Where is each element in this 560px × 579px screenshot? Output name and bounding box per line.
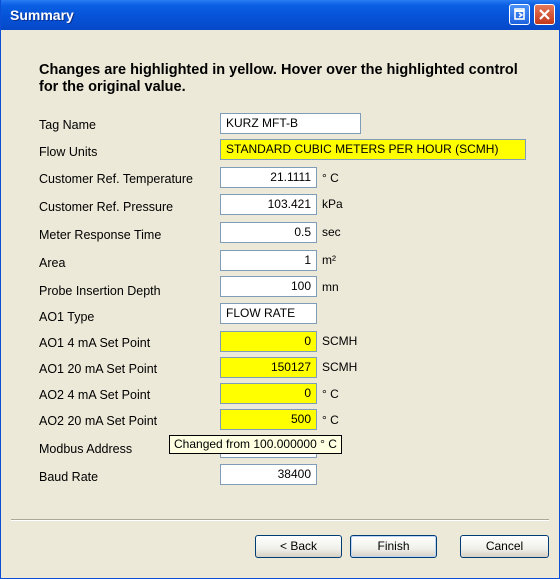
close-icon[interactable] (534, 4, 555, 25)
ao1-4ma-set-point-label: AO1 4 mA Set Point (39, 336, 151, 350)
ao1-20ma-set-point-field[interactable]: 150127 (220, 357, 317, 378)
flow-units-label: Flow Units (39, 145, 98, 159)
ao2-4ma-set-point-label: AO2 4 mA Set Point (39, 388, 151, 402)
customer-ref-temperature-field[interactable]: 21.1111 (220, 167, 317, 188)
flow-units-field[interactable]: STANDARD CUBIC METERS PER HOUR (SCMH) (220, 139, 526, 160)
ao1-20ma-set-point-label: AO1 20 mA Set Point (39, 362, 158, 376)
customer-ref-pressure-label: Customer Ref. Pressure (39, 200, 174, 214)
baud-rate-label: Baud Rate (39, 470, 99, 484)
window-title: Summary (10, 7, 74, 23)
instructions-heading: Changes are highlighted in yellow. Hover… (39, 62, 518, 95)
title-bar[interactable]: Summary (1, 0, 560, 30)
customer-ref-pressure-field[interactable]: 103.421 (220, 194, 317, 215)
ao1-4ma-set-point-unit: SCMH (322, 334, 358, 348)
probe-insertion-depth-field[interactable]: 100 (220, 276, 317, 297)
ao1-20ma-set-point-unit: SCMH (322, 360, 358, 374)
ao2-4ma-set-point-field[interactable]: 0 (220, 383, 317, 404)
meter-response-time-field[interactable]: 0.5 (220, 222, 317, 243)
original-value-tooltip: Changed from 100.000000 ° C (169, 435, 342, 454)
button-divider (11, 519, 549, 521)
tag-name-label: Tag Name (39, 118, 96, 132)
customer-ref-temperature-unit: ° C (322, 171, 339, 185)
area-field[interactable]: 1 (220, 250, 317, 271)
ao1-4ma-set-point-field[interactable]: 0 (220, 331, 317, 352)
baud-rate-field[interactable]: 38400 (220, 464, 317, 485)
customer-ref-temperature-label: Customer Ref. Temperature (39, 172, 193, 186)
meter-response-time-unit: sec (322, 225, 341, 239)
ao1-type-label: AO1 Type (39, 310, 95, 324)
customer-ref-pressure-unit: kPa (322, 197, 343, 211)
ao2-20ma-set-point-label: AO2 20 mA Set Point (39, 414, 158, 428)
summary-dialog: Summary Changes are highlighted in yello… (0, 0, 560, 579)
ao2-20ma-set-point-field[interactable]: 500 (220, 409, 317, 430)
restore-icon[interactable] (509, 4, 530, 25)
meter-response-time-label: Meter Response Time (39, 228, 162, 242)
area-label: Area (39, 256, 66, 270)
back-button[interactable]: < Back (255, 535, 342, 558)
modbus-address-label: Modbus Address (39, 442, 133, 456)
ao2-20ma-set-point-unit: ° C (322, 413, 339, 427)
probe-insertion-depth-label: Probe Insertion Depth (39, 284, 161, 298)
finish-button[interactable]: Finish (350, 535, 437, 558)
ao1-type-field[interactable]: FLOW RATE (220, 303, 317, 324)
probe-insertion-depth-unit: mn (322, 280, 339, 294)
tag-name-field[interactable]: KURZ MFT-B (220, 113, 361, 134)
cancel-button[interactable]: Cancel (460, 535, 549, 558)
ao2-4ma-set-point-unit: ° C (322, 387, 339, 401)
area-unit: m² (322, 253, 336, 267)
